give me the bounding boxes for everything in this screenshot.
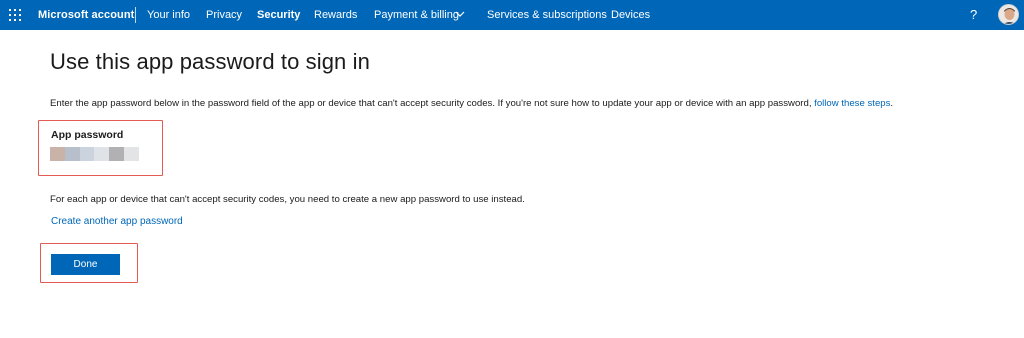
nav-your-info[interactable]: Your info bbox=[147, 9, 190, 21]
instructions-end: . bbox=[890, 98, 894, 109]
help-icon[interactable]: ? bbox=[970, 7, 977, 22]
app-password-value-redacted bbox=[50, 147, 139, 161]
new-password-note: For each app or device that can't accept… bbox=[50, 194, 525, 205]
nav-payment-billing[interactable]: Payment & billing bbox=[374, 9, 459, 21]
brand-divider bbox=[135, 7, 136, 23]
brand-title[interactable]: Microsoft account bbox=[38, 9, 134, 21]
app-password-label: App password bbox=[51, 129, 124, 141]
nav-security[interactable]: Security bbox=[257, 9, 300, 21]
chevron-down-icon[interactable] bbox=[455, 10, 465, 18]
profile-photo-icon bbox=[999, 5, 1018, 24]
page-title: Use this app password to sign in bbox=[50, 49, 370, 74]
nav-services-subscriptions[interactable]: Services & subscriptions bbox=[487, 9, 607, 21]
create-another-password-link[interactable]: Create another app password bbox=[51, 216, 183, 227]
avatar[interactable] bbox=[998, 4, 1019, 25]
follow-steps-link[interactable]: follow these steps bbox=[814, 98, 890, 109]
app-launcher-icon[interactable] bbox=[9, 9, 21, 21]
nav-privacy[interactable]: Privacy bbox=[206, 9, 242, 21]
instructions-body: Enter the app password below in the pass… bbox=[50, 98, 815, 109]
done-button[interactable]: Done bbox=[51, 254, 120, 275]
nav-devices[interactable]: Devices bbox=[611, 9, 650, 21]
top-nav-bar: Microsoft account Your info Privacy Secu… bbox=[0, 0, 1024, 30]
instructions-text: Enter the app password below in the pass… bbox=[50, 98, 893, 109]
nav-rewards[interactable]: Rewards bbox=[314, 9, 357, 21]
